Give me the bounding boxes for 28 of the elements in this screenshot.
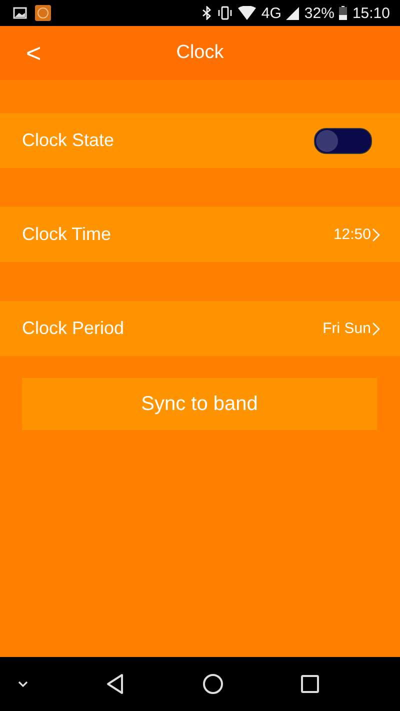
row-label: Clock State	[22, 130, 114, 151]
chevron-down-icon[interactable]	[17, 680, 29, 688]
vibrate-icon	[217, 6, 234, 20]
recents-icon[interactable]	[300, 674, 320, 694]
page-title: Clock	[176, 42, 224, 64]
row-value: Fri Sun	[322, 320, 371, 337]
row-value: 12:50	[333, 226, 371, 243]
battery-percent: 32%	[304, 4, 334, 22]
image-icon	[13, 7, 27, 19]
row-label: Clock Period	[22, 318, 124, 339]
settings-row[interactable]: Clock Period Fri Sun	[0, 301, 400, 356]
row-label: Clock Time	[22, 224, 112, 245]
wifi-icon	[238, 6, 256, 20]
app-icon	[35, 5, 51, 21]
sync-button[interactable]: Sync to band	[22, 378, 377, 430]
back-icon[interactable]	[105, 673, 126, 695]
settings-row[interactable]: Clock State	[0, 113, 400, 168]
battery-icon	[339, 6, 348, 20]
bluetooth-icon	[202, 6, 212, 20]
home-icon[interactable]	[202, 673, 224, 695]
signal-icon	[286, 6, 300, 20]
settings-row[interactable]: Clock Time 12:50	[0, 207, 400, 262]
toggle-switch[interactable]	[314, 128, 372, 154]
clock-time: 15:10	[352, 4, 390, 22]
chevron-icon	[372, 320, 380, 336]
network-label: 4G	[261, 4, 282, 22]
chevron-icon	[372, 226, 380, 242]
back-button[interactable]: <	[20, 36, 48, 71]
